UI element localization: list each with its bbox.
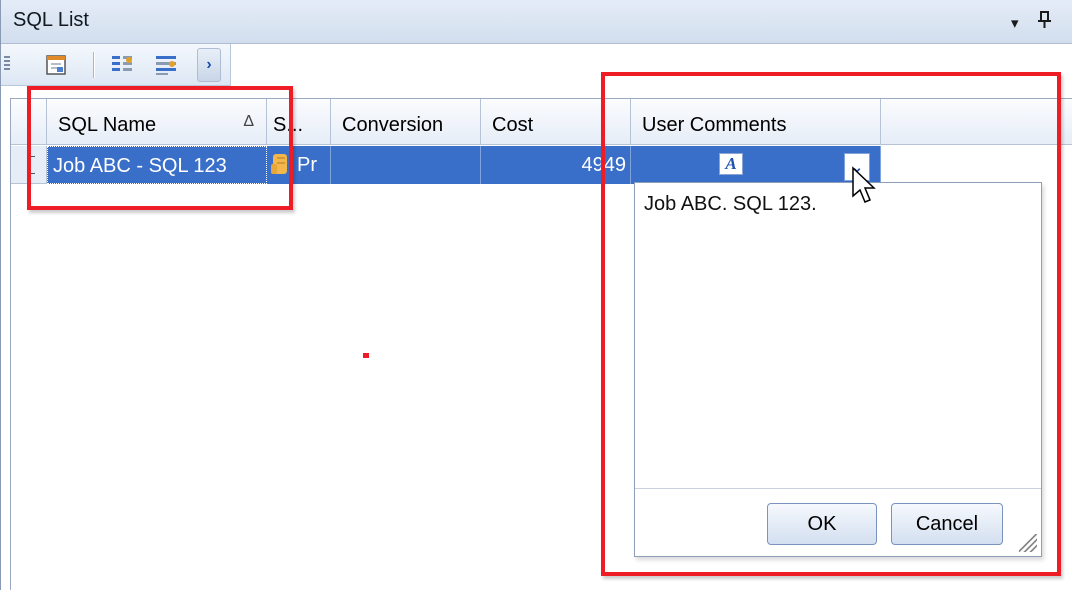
cell-conversion[interactable]: [331, 146, 481, 184]
status-text: Pr: [297, 154, 317, 176]
grid-icon[interactable]: [43, 52, 69, 78]
toolbar-grip[interactable]: [4, 56, 10, 72]
panel-menu-dropdown-icon[interactable]: ▾: [1011, 14, 1019, 32]
annotation-dot: [363, 353, 369, 358]
highlight-box-sql-name: [27, 86, 293, 210]
columns-icon[interactable]: [109, 52, 135, 78]
column-header-conversion[interactable]: Conversion: [331, 99, 481, 145]
panel-title: SQL List: [13, 9, 89, 31]
pin-icon[interactable]: [1037, 10, 1053, 35]
toolbar-overflow-chevron-icon[interactable]: ›: [197, 48, 221, 82]
highlight-box-user-comments: [601, 72, 1061, 576]
sql-list-panel: SQL List ▾ › SQL Name Δ S... Conversion …: [0, 0, 1072, 590]
rows-icon[interactable]: [153, 52, 179, 78]
panel-title-bar: SQL List ▾: [1, 0, 1072, 44]
toolbar-separator: [93, 52, 95, 78]
toolbar: ›: [1, 44, 231, 86]
